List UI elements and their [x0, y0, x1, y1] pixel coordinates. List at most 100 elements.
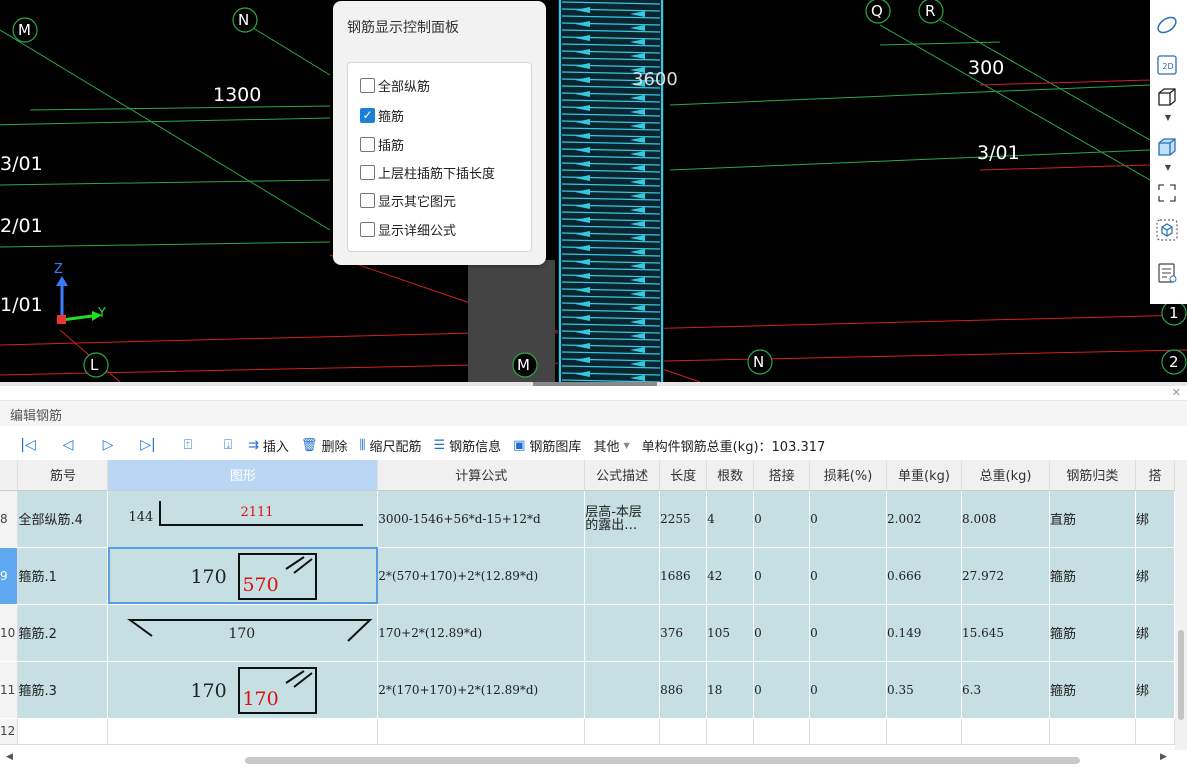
- splitter[interactable]: [0, 382, 1187, 386]
- total-weight-cell[interactable]: 8.008: [961, 490, 1050, 548]
- cube-outline-icon[interactable]: [1156, 86, 1180, 110]
- length-cell[interactable]: 1686: [659, 547, 708, 605]
- category-cell[interactable]: 直筋: [1049, 490, 1136, 548]
- scrollbar-thumb[interactable]: [245, 757, 1080, 764]
- bar-number-cell[interactable]: 全部纵筋.4: [17, 490, 109, 548]
- unit-weight-cell[interactable]: 0.149: [886, 604, 962, 662]
- scrollbar-thumb[interactable]: [1178, 630, 1184, 720]
- move-up-icon[interactable]: ⍐: [168, 437, 208, 453]
- formula-desc-cell[interactable]: [584, 547, 661, 605]
- tie-cell[interactable]: 绑: [1135, 661, 1175, 719]
- table-row[interactable]: 9 箍筋.1 170 570 2*(570+170)+2*(12.89*d) 1…: [0, 547, 1175, 605]
- rebar-info-button[interactable]: ☰ 钢筋信息: [433, 436, 501, 455]
- option-upper-dowel-length[interactable]: 上层柱插筋下插长度: [360, 163, 495, 182]
- orbit-icon[interactable]: [1156, 14, 1180, 38]
- next-record-icon[interactable]: ▷: [88, 437, 128, 453]
- table-row[interactable]: 11 箍筋.3 170 170 2*(170+170)+2*(12.89*d) …: [0, 661, 1175, 719]
- formula-desc-cell[interactable]: [584, 604, 661, 662]
- option-stirrup[interactable]: ✓ 箍筋: [360, 106, 404, 125]
- lap-cell[interactable]: [753, 718, 811, 745]
- unit-weight-cell[interactable]: 0.666: [886, 547, 962, 605]
- bar-number-cell[interactable]: 箍筋.2: [17, 604, 109, 662]
- scroll-right-icon[interactable]: ▶: [1160, 752, 1167, 762]
- fullscreen-icon[interactable]: [1156, 182, 1180, 206]
- shape-cell[interactable]: 170 170: [107, 661, 379, 719]
- move-down-icon[interactable]: ⍗: [208, 437, 248, 453]
- total-weight-cell[interactable]: 6.3: [961, 661, 1050, 719]
- unit-weight-cell[interactable]: [886, 718, 962, 745]
- header-count[interactable]: 根数: [706, 460, 755, 491]
- loss-cell[interactable]: 0: [809, 490, 888, 548]
- count-cell[interactable]: 105: [706, 604, 755, 662]
- formula-desc-cell[interactable]: [584, 661, 661, 719]
- chevron-down-icon[interactable]: ▼: [1156, 162, 1180, 172]
- tie-cell[interactable]: [1135, 718, 1175, 745]
- header-length[interactable]: 长度: [659, 460, 708, 491]
- length-cell[interactable]: [659, 718, 708, 745]
- last-record-icon[interactable]: ▷|: [128, 437, 168, 453]
- 3d-viewport[interactable]: M N Q R L M N 1 2 1300 300 3600 3/01 2/0…: [0, 0, 1187, 382]
- tie-cell[interactable]: 绑: [1135, 490, 1175, 548]
- total-weight-cell[interactable]: 27.972: [961, 547, 1050, 605]
- checkbox-icon[interactable]: [360, 164, 375, 180]
- prev-record-icon[interactable]: ◁: [48, 437, 88, 453]
- header-tie[interactable]: 搭: [1135, 460, 1175, 491]
- length-cell[interactable]: 2255: [659, 490, 708, 548]
- category-cell[interactable]: 箍筋: [1049, 604, 1136, 662]
- scroll-left-icon[interactable]: ◀: [6, 752, 13, 762]
- loss-cell[interactable]: 0: [809, 547, 888, 605]
- count-cell[interactable]: 42: [706, 547, 755, 605]
- count-cell[interactable]: 4: [706, 490, 755, 548]
- formula-cell[interactable]: 3000-1546+56*d-15+12*d: [377, 490, 586, 548]
- category-cell[interactable]: 箍筋: [1049, 661, 1136, 719]
- formula-desc-cell[interactable]: 层高-本层 的露出…: [584, 490, 661, 548]
- loss-cell[interactable]: [809, 718, 888, 745]
- count-cell[interactable]: [706, 718, 755, 745]
- checkbox-icon[interactable]: [360, 221, 375, 237]
- formula-desc-cell[interactable]: [584, 718, 661, 745]
- formula-cell[interactable]: [377, 718, 586, 745]
- first-record-icon[interactable]: |◁: [8, 437, 48, 453]
- lap-cell[interactable]: 0: [753, 490, 811, 548]
- splitter-grip[interactable]: [533, 382, 657, 386]
- length-cell[interactable]: 376: [659, 604, 708, 662]
- bar-number-cell[interactable]: [17, 718, 109, 745]
- option-all-longitudinal[interactable]: 全部纵筋: [360, 76, 430, 95]
- header-formula-desc[interactable]: 公式描述: [584, 460, 661, 491]
- checkbox-icon[interactable]: [360, 136, 375, 152]
- delete-button[interactable]: 🗑 删除: [301, 436, 348, 455]
- tie-cell[interactable]: 绑: [1135, 547, 1175, 605]
- layer-view-icon[interactable]: [1156, 262, 1180, 286]
- table-row[interactable]: 12: [0, 718, 1175, 745]
- header-unit-weight[interactable]: 单重(kg): [886, 460, 962, 491]
- rebar-library-button[interactable]: ▣ 钢筋图库: [513, 436, 581, 455]
- loss-cell[interactable]: 0: [809, 661, 888, 719]
- shape-cell[interactable]: 170 570: [107, 547, 379, 605]
- count-cell[interactable]: 18: [706, 661, 755, 719]
- formula-cell[interactable]: 170+2*(12.89*d): [377, 604, 586, 662]
- insert-button[interactable]: ⇉ 插入: [248, 436, 289, 455]
- checkbox-checked-icon[interactable]: ✓: [360, 107, 375, 123]
- horizontal-scrollbar[interactable]: ◀ ▶: [0, 750, 1187, 770]
- shape-cell[interactable]: 144 2111: [107, 490, 379, 548]
- cube-select-icon[interactable]: [1156, 219, 1180, 243]
- category-cell[interactable]: 箍筋: [1049, 547, 1136, 605]
- header-formula[interactable]: 计算公式: [377, 460, 586, 491]
- checkbox-icon[interactable]: [360, 192, 375, 208]
- loss-cell[interactable]: 0: [809, 604, 888, 662]
- view-2d-icon[interactable]: 2D: [1156, 54, 1180, 78]
- option-show-detail-formula[interactable]: 显示详细公式: [360, 220, 456, 239]
- header-shape[interactable]: 图形: [107, 460, 379, 491]
- header-category[interactable]: 钢筋归类: [1049, 460, 1136, 491]
- table-row[interactable]: 10 箍筋.2 170 170+2*(12.89*d) 376 105 0 0 …: [0, 604, 1175, 662]
- tie-cell[interactable]: 绑: [1135, 604, 1175, 662]
- checkbox-icon[interactable]: [360, 77, 375, 93]
- header-loss[interactable]: 损耗(%): [809, 460, 888, 491]
- bar-number-cell[interactable]: 箍筋.1: [17, 547, 109, 605]
- shape-cell[interactable]: 170: [107, 604, 379, 662]
- lap-cell[interactable]: 0: [753, 604, 811, 662]
- length-cell[interactable]: 886: [659, 661, 708, 719]
- option-show-other-elements[interactable]: 显示其它图元: [360, 191, 456, 210]
- total-weight-cell[interactable]: 15.645: [961, 604, 1050, 662]
- chevron-down-icon[interactable]: ▼: [1156, 112, 1180, 122]
